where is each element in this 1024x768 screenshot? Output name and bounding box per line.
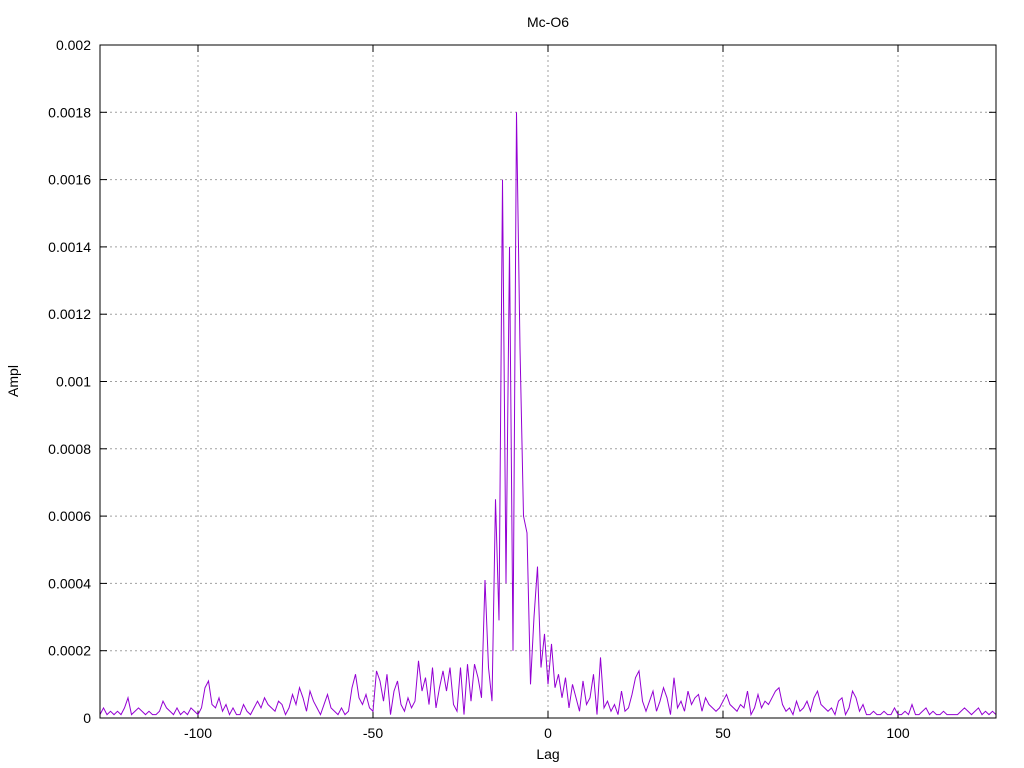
y-tick-label: 0.002: [56, 37, 91, 53]
x-tick-label: 0: [544, 725, 552, 741]
y-tick-label: 0: [83, 710, 91, 726]
grid: [100, 44, 996, 719]
y-tick-label: 0.0018: [48, 104, 91, 120]
x-tick-label: 100: [886, 725, 910, 741]
x-tick-label: -100: [184, 725, 212, 741]
y-tick-label: 0.0008: [48, 441, 91, 457]
y-tick-label: 0.0006: [48, 508, 91, 524]
series: [99, 112, 997, 717]
y-tick-label: 0.0012: [48, 306, 91, 322]
x-tick-label: -50: [363, 725, 383, 741]
x-axis-label: Lag: [536, 746, 559, 762]
x-tick-label: 50: [715, 725, 731, 741]
y-tick-label: 0.0014: [48, 239, 91, 255]
y-tick-label: 0.0004: [48, 575, 91, 591]
y-tick-label: 0.0016: [48, 172, 91, 188]
chart: Mc-O6 -100 -50 0 50 100 00.00020.00040.00060…: [5, 14, 997, 762]
y-axis-label: Ampl: [5, 365, 21, 397]
y-tick-label: 0.001: [56, 374, 91, 390]
y-tick-label: 0.0002: [48, 643, 91, 659]
x-tick-labels: -100 -50 0 50 100: [184, 725, 910, 741]
series-line: [99, 112, 997, 717]
y-tick-labels: 0 0.0002 0.0004 0.0006 0.0008 0.001 0.0012 0.00…: [48, 37, 91, 726]
chart-title: Mc-O6: [527, 14, 569, 30]
